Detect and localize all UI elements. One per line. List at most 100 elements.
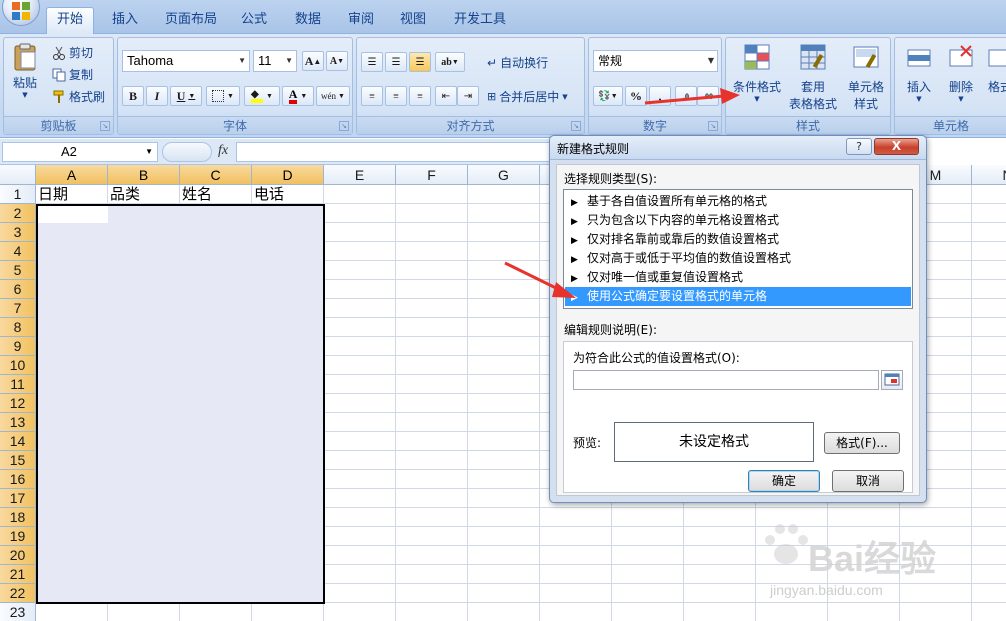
copy-button[interactable]: 复制 <box>52 66 93 83</box>
format-cells-button[interactable]: 格式 <box>985 44 1006 95</box>
row-header-18[interactable]: 18 <box>0 508 36 527</box>
tab-developer[interactable]: 开发工具 <box>444 8 516 34</box>
dialog-launcher-icon[interactable]: ↘ <box>571 121 581 131</box>
row-header-3[interactable]: 3 <box>0 223 36 242</box>
grow-font-button[interactable]: A ▲ <box>302 51 324 71</box>
office-button[interactable] <box>2 0 40 26</box>
borders-button[interactable]: ▼ <box>206 86 240 106</box>
conditional-formatting-button[interactable]: 条件格式 ▼ <box>730 42 784 103</box>
rule-type-item[interactable]: ▶ 仅对排名靠前或靠后的数值设置格式 <box>565 230 911 249</box>
row-header-10[interactable]: 10 <box>0 356 36 375</box>
format-painter-button[interactable]: 格式刷 <box>52 88 105 105</box>
column-header-d[interactable]: D <box>252 165 324 185</box>
format-button[interactable]: 格式(F)... <box>824 432 900 454</box>
insert-function-icon[interactable]: fx <box>218 143 228 159</box>
tab-home[interactable]: 开始 <box>46 7 95 35</box>
wrap-text-button[interactable]: ↵ 自动换行 <box>487 54 548 71</box>
formula-field[interactable] <box>573 370 879 390</box>
cancel-button[interactable]: 取消 <box>832 470 904 492</box>
font-name-combo[interactable]: Tahoma ▼ <box>122 50 250 72</box>
range-picker-button[interactable] <box>881 370 903 390</box>
align-top-button[interactable]: ☰ <box>361 52 383 72</box>
row-header-5[interactable]: 5 <box>0 261 36 280</box>
rule-type-item[interactable]: ▶ 基于各自值设置所有单元格的格式 <box>565 192 911 211</box>
column-header-b[interactable]: B <box>108 165 180 185</box>
formula-bar-splitter[interactable] <box>162 142 212 162</box>
column-header-f[interactable]: F <box>396 165 468 185</box>
row-header-19[interactable]: 19 <box>0 527 36 546</box>
font-size-combo[interactable]: 11 ▼ <box>253 50 297 72</box>
insert-cells-button[interactable]: 插入 ▼ <box>901 44 937 103</box>
column-header-a[interactable]: A <box>36 165 108 185</box>
rule-type-list[interactable]: ▶ 基于各自值设置所有单元格的格式 ▶ 只为包含以下内容的单元格设置格式 ▶ 仅对排名靠前… <box>563 189 913 309</box>
row-header-22[interactable]: 22 <box>0 584 36 603</box>
name-box[interactable]: A2 ▼ <box>2 142 158 162</box>
paste-button[interactable]: 粘贴 ▼ <box>10 42 40 99</box>
align-bottom-button[interactable]: ☰ <box>409 52 431 72</box>
row-header-1[interactable]: 1 <box>0 185 36 204</box>
dialog-launcher-icon[interactable]: ↘ <box>708 121 718 131</box>
merge-center-button[interactable]: ⊞ 合并后居中 ▼ <box>487 88 568 105</box>
cell-b1[interactable]: 品类 <box>110 185 140 204</box>
row-header-21[interactable]: 21 <box>0 565 36 584</box>
tab-view[interactable]: 视图 <box>390 8 436 34</box>
format-as-table-button[interactable]: 套用 表格格式 <box>784 42 842 112</box>
delete-cells-button[interactable]: 删除 ▼ <box>943 44 979 103</box>
row-header-9[interactable]: 9 <box>0 337 36 356</box>
increase-decimal-button[interactable]: .0 <box>675 86 697 106</box>
column-header-c[interactable]: C <box>180 165 252 185</box>
close-button[interactable]: X <box>874 138 919 155</box>
number-format-combo[interactable]: 常规 ▼ <box>593 50 718 72</box>
row-header-2[interactable]: 2 <box>0 204 36 223</box>
row-header-13[interactable]: 13 <box>0 413 36 432</box>
rule-type-item[interactable]: ▶ 只为包含以下内容的单元格设置格式 <box>565 211 911 230</box>
decrease-indent-button[interactable]: ⇤ <box>435 86 457 106</box>
rule-type-item[interactable]: ▶ 仅对高于或低于平均值的数值设置格式 <box>565 249 911 268</box>
dialog-launcher-icon[interactable]: ↘ <box>100 121 110 131</box>
cell-a1[interactable]: 日期 <box>38 185 68 204</box>
column-header-n[interactable]: N <box>972 165 1006 185</box>
tab-page-layout[interactable]: 页面布局 <box>155 8 227 34</box>
underline-button[interactable]: U ▼ <box>170 86 202 106</box>
bold-button[interactable]: B <box>122 86 144 106</box>
tab-formulas[interactable]: 公式 <box>231 8 277 34</box>
increase-indent-button[interactable]: ⇥ <box>457 86 479 106</box>
select-all-corner[interactable] <box>0 165 36 185</box>
align-center-button[interactable]: ≡ <box>385 86 407 106</box>
font-color-button[interactable]: A ▼ <box>282 86 314 106</box>
currency-button[interactable]: 💱 ▼ <box>593 86 623 106</box>
cut-button[interactable]: 剪切 <box>52 44 93 61</box>
rule-type-item[interactable]: ▶ 使用公式确定要设置格式的单元格 <box>565 287 911 306</box>
ok-button[interactable]: 确定 <box>748 470 820 492</box>
row-header-17[interactable]: 17 <box>0 489 36 508</box>
tab-data[interactable]: 数据 <box>285 8 331 34</box>
percent-button[interactable]: % <box>625 86 647 106</box>
comma-button[interactable]: , <box>649 86 671 106</box>
decrease-decimal-button[interactable]: .00 <box>697 86 719 106</box>
align-middle-button[interactable]: ☰ <box>385 52 407 72</box>
align-left-button[interactable]: ≡ <box>361 86 383 106</box>
cell-c1[interactable]: 姓名 <box>182 185 212 204</box>
row-header-15[interactable]: 15 <box>0 451 36 470</box>
align-right-button[interactable]: ≡ <box>409 86 431 106</box>
cell-d1[interactable]: 电话 <box>254 185 284 204</box>
row-header-23[interactable]: 23 <box>0 603 36 621</box>
shrink-font-button[interactable]: A ▼ <box>326 51 348 71</box>
dialog-launcher-icon[interactable]: ↘ <box>339 121 349 131</box>
row-header-11[interactable]: 11 <box>0 375 36 394</box>
dialog-titlebar[interactable]: 新建格式规则 ? X <box>550 136 926 160</box>
phonetic-button[interactable]: wén ▼ <box>316 86 350 106</box>
help-button[interactable]: ? <box>846 138 872 155</box>
column-header-g[interactable]: G <box>468 165 540 185</box>
row-header-6[interactable]: 6 <box>0 280 36 299</box>
orientation-button[interactable]: ab ▼ <box>435 52 465 72</box>
row-header-14[interactable]: 14 <box>0 432 36 451</box>
row-header-20[interactable]: 20 <box>0 546 36 565</box>
tab-review[interactable]: 审阅 <box>338 8 384 34</box>
row-header-8[interactable]: 8 <box>0 318 36 337</box>
fill-color-button[interactable]: ◆ ▼ <box>244 86 280 106</box>
formula-input[interactable] <box>236 142 560 162</box>
row-header-16[interactable]: 16 <box>0 470 36 489</box>
italic-button[interactable]: I <box>146 86 168 106</box>
cell-styles-button[interactable]: 单元格 样式 <box>842 42 890 112</box>
